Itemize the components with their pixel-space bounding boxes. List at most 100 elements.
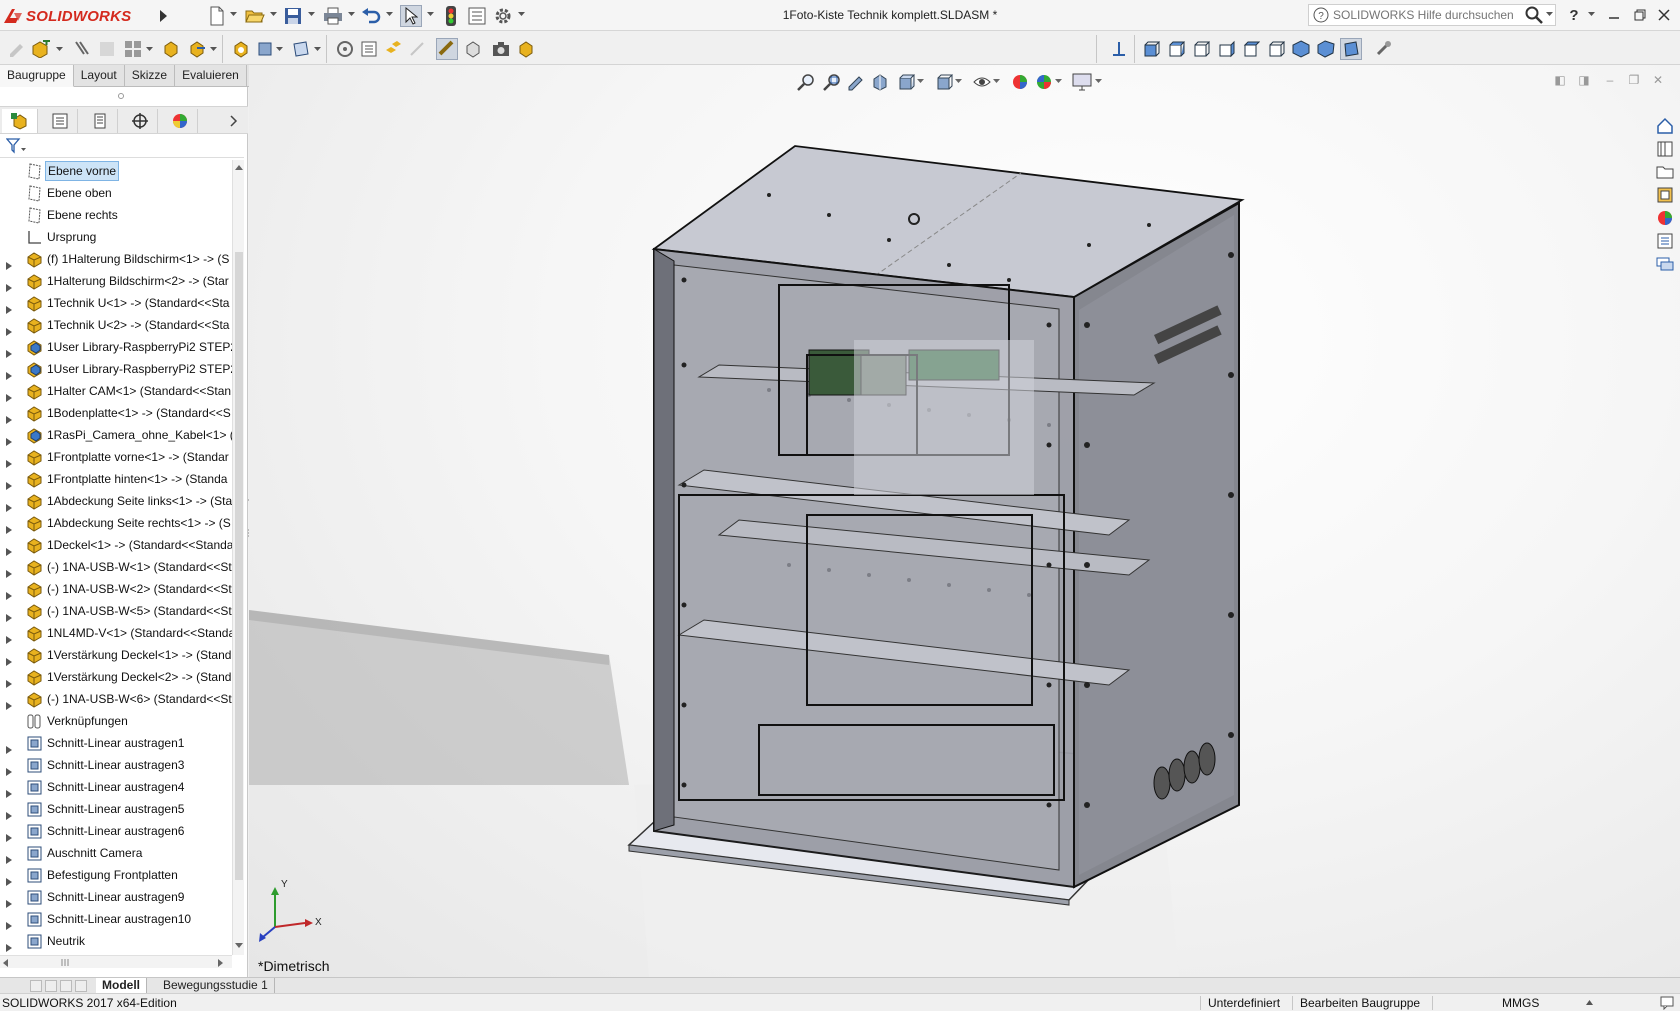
tree-item[interactable]: Neutrik	[0, 930, 232, 952]
tree-horizontal-scrollbar[interactable]	[0, 955, 232, 968]
tab-evaluieren[interactable]: Evaluieren	[175, 65, 247, 87]
tree-item[interactable]: 1Frontplatte vorne<1> -> (Standar	[0, 446, 232, 468]
edit-component-icon[interactable]	[6, 38, 28, 60]
explode-line-sketch-icon[interactable]	[406, 38, 428, 60]
expand-arrow-icon[interactable]	[6, 387, 12, 402]
options-dropdown-icon[interactable]	[518, 12, 525, 17]
tree-item[interactable]: 1Frontplatte hinten<1> -> (Standa	[0, 468, 232, 490]
view-right-icon[interactable]	[1215, 38, 1237, 60]
tree-item[interactable]: 1Halterung Bildschirm<2> -> (Star	[0, 270, 232, 292]
appearances-icon[interactable]	[1654, 207, 1676, 229]
insert-components-dropdown-icon[interactable]	[56, 47, 63, 52]
search-icon[interactable]	[1524, 6, 1544, 24]
view-left-icon[interactable]	[1190, 38, 1212, 60]
pattern-dropdown-icon[interactable]	[146, 47, 153, 52]
take-snapshot-icon[interactable]	[490, 38, 512, 60]
minimize-icon[interactable]	[1604, 6, 1624, 24]
display-manager-tab-icon[interactable]	[162, 109, 198, 133]
tree-item[interactable]: (-) 1NA-USB-W<1> (Standard<<St	[0, 556, 232, 578]
tree-item[interactable]: 1Abdeckung Seite rechts<1> -> (S	[0, 512, 232, 534]
select-cursor-icon[interactable]	[400, 5, 422, 27]
restore-icon[interactable]	[1630, 6, 1650, 24]
expand-arrow-icon[interactable]	[6, 695, 12, 710]
tree-item[interactable]: 1Technik U<2> -> (Standard<<Sta	[0, 314, 232, 336]
scroll-left-icon[interactable]	[2, 959, 8, 967]
configuration-manager-tab-icon[interactable]	[82, 109, 118, 133]
tab-bewegungsstudie[interactable]: Bewegungsstudie 1	[157, 978, 275, 994]
tree-item[interactable]: 1Verstärkung Deckel<1> -> (Stand	[0, 644, 232, 666]
options-gear-icon[interactable]	[492, 5, 514, 27]
expand-arrow-icon[interactable]	[6, 255, 12, 270]
view-bottom-icon[interactable]	[1265, 38, 1287, 60]
undo-dropdown-icon[interactable]	[386, 12, 393, 17]
smart-fasteners-icon[interactable]	[160, 38, 182, 60]
expand-arrow-icon[interactable]	[6, 849, 12, 864]
tab-baugruppe[interactable]: Baugruppe	[0, 65, 74, 87]
view-front-icon[interactable]	[1140, 38, 1162, 60]
unit-dropdown-icon[interactable]	[1586, 1000, 1593, 1005]
component-preview-icon[interactable]	[96, 38, 118, 60]
filter-icon[interactable]	[6, 138, 26, 154]
tree-item[interactable]: Schnitt-Linear austragen4	[0, 776, 232, 798]
feedback-icon[interactable]	[1660, 996, 1676, 1010]
scroll-up-icon[interactable]	[235, 164, 243, 170]
model-3d-view[interactable]	[249, 65, 1680, 977]
assembly-features-icon[interactable]	[254, 38, 276, 60]
scroll-down-icon[interactable]	[235, 943, 243, 949]
save-icon[interactable]	[282, 5, 304, 27]
tree-filter[interactable]	[0, 134, 244, 158]
graphics-area[interactable]: ◧ ◨ – ❐ ✕ Y X	[249, 65, 1680, 977]
design-library-icon[interactable]	[1654, 138, 1676, 160]
exploded-view-icon[interactable]	[382, 38, 404, 60]
chevron-right-icon[interactable]	[230, 115, 238, 127]
tab-skizze[interactable]: Skizze	[125, 65, 176, 87]
first-tab-icon[interactable]	[30, 980, 42, 992]
print-icon[interactable]	[322, 5, 344, 27]
view-top-icon[interactable]	[1240, 38, 1262, 60]
expand-arrow-icon[interactable]	[6, 629, 12, 644]
assembly-features-dropdown-icon[interactable]	[276, 47, 283, 52]
dimxpert-manager-tab-icon[interactable]	[122, 109, 158, 133]
view-trimetric-icon[interactable]	[1315, 38, 1337, 60]
tree-item[interactable]: (-) 1NA-USB-W<6> (Standard<<St	[0, 688, 232, 710]
expand-arrow-icon[interactable]	[6, 607, 12, 622]
tree-item[interactable]: 1Halter CAM<1> (Standard<<Stan	[0, 380, 232, 402]
custom-properties-icon[interactable]	[1654, 230, 1676, 252]
tree-item[interactable]: 1Abdeckung Seite links<1> -> (Sta	[0, 490, 232, 512]
next-tab-icon[interactable]	[60, 980, 72, 992]
view-dimetric-icon[interactable]	[1340, 38, 1362, 60]
expand-arrow-icon[interactable]	[6, 497, 12, 512]
file-explorer-icon[interactable]	[1654, 161, 1676, 183]
insert-components-icon[interactable]	[30, 38, 52, 60]
tree-item[interactable]: Ebene rechts	[0, 204, 232, 226]
expand-arrow-icon[interactable]	[6, 739, 12, 754]
property-manager-tab-icon[interactable]	[42, 109, 78, 133]
new-motion-study-icon[interactable]	[334, 38, 356, 60]
scroll-right-icon[interactable]	[218, 959, 224, 967]
tree-item[interactable]: (-) 1NA-USB-W<2> (Standard<<St	[0, 578, 232, 600]
scrollbar-thumb[interactable]	[235, 252, 243, 880]
open-folder-icon[interactable]	[244, 5, 266, 27]
tree-scrollbar[interactable]	[232, 160, 244, 955]
expand-arrow-icon[interactable]	[6, 651, 12, 666]
instant3d-icon[interactable]	[436, 38, 458, 60]
tree-item[interactable]: (f) 1Halterung Bildschirm<1> -> (S	[0, 248, 232, 270]
move-dropdown-icon[interactable]	[210, 47, 217, 52]
expand-arrow-icon[interactable]	[6, 365, 12, 380]
print-dropdown-icon[interactable]	[348, 12, 355, 17]
expand-arrow-icon[interactable]	[6, 409, 12, 424]
large-assembly-mode-icon[interactable]	[515, 38, 537, 60]
help-search-box[interactable]: ?	[1308, 4, 1556, 26]
view-selector-icon[interactable]	[1372, 38, 1394, 60]
bill-of-materials-icon[interactable]	[358, 38, 380, 60]
forum-icon[interactable]	[1654, 253, 1676, 275]
expand-arrow-icon[interactable]	[6, 585, 12, 600]
expand-arrow-icon[interactable]	[6, 915, 12, 930]
reference-geometry-icon[interactable]	[290, 38, 312, 60]
view-back-icon[interactable]	[1165, 38, 1187, 60]
tree-item[interactable]: Schnitt-Linear austragen3	[0, 754, 232, 776]
tree-item[interactable]: 1User Library-RaspberryPi2 STEP21	[0, 336, 232, 358]
tree-item[interactable]: 1NL4MD-V<1> (Standard<<Standa	[0, 622, 232, 644]
linear-pattern-icon[interactable]	[122, 38, 144, 60]
tree-item[interactable]: 1Technik U<1> -> (Standard<<Sta	[0, 292, 232, 314]
